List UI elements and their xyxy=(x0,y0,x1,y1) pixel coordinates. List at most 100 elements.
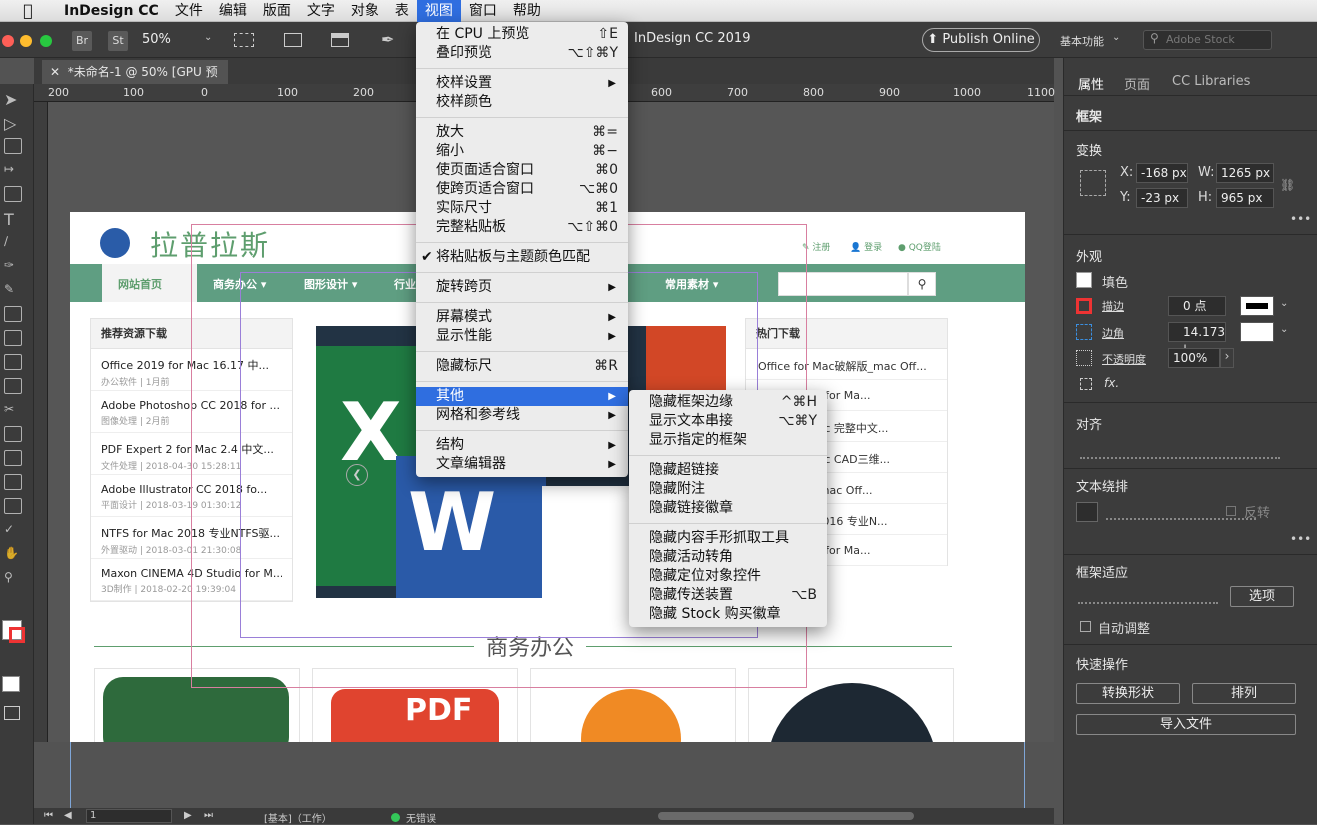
apple-icon[interactable]:  xyxy=(0,1,56,20)
corner-dropdown-icon[interactable]: ⌄ xyxy=(1280,324,1288,335)
width-field[interactable]: 1265 px xyxy=(1216,163,1274,183)
view-menu-item[interactable]: 使页面适合窗口 ⌘0 xyxy=(416,161,628,180)
view-menu-item[interactable]: 旋转跨页 ▶ xyxy=(416,278,628,297)
stock-search-input[interactable]: Adobe Stock xyxy=(1143,30,1272,50)
view-menu-item[interactable]: 放大 ⌘= xyxy=(416,123,628,142)
next-page-icon[interactable]: ▶ xyxy=(184,810,192,821)
login-link[interactable]: 👤 登录 xyxy=(850,240,882,253)
grid-tool-icon[interactable] xyxy=(4,378,22,394)
stroke-label[interactable]: 描边 xyxy=(1102,298,1124,314)
view-options-icon[interactable] xyxy=(234,33,254,47)
type-tool-icon[interactable]: T xyxy=(4,210,22,229)
workspace-dropdown-icon[interactable]: ⌄ xyxy=(1112,32,1120,43)
workspace-switcher[interactable]: 基本功能 xyxy=(1060,33,1104,49)
close-tab-icon[interactable]: ✕ xyxy=(50,65,68,79)
list-item[interactable]: NTFS for Mac 2018 专业NTFS驱... 外置驱动 | 2018-… xyxy=(91,517,292,559)
more-options-icon[interactable]: ••• xyxy=(1290,532,1311,546)
no-wrap-button[interactable] xyxy=(1076,502,1098,522)
view-menu-item[interactable]: 缩小 ⌘− xyxy=(416,142,628,161)
view-menu-item[interactable]: 结构 ▶ xyxy=(416,436,628,455)
zoom-level[interactable]: 50% xyxy=(142,32,171,47)
pen-tool-icon[interactable]: ✑ xyxy=(4,258,22,274)
prev-page-icon[interactable]: ◀ xyxy=(64,810,72,821)
view-menu-item[interactable]: 屏幕模式 ▶ xyxy=(416,308,628,327)
hot-item[interactable]: Office for Mac破解版_mac Off... xyxy=(746,349,947,380)
tab-properties[interactable]: 属性 xyxy=(1078,74,1104,93)
view-menu-item[interactable]: 网格和参考线 ▶ xyxy=(416,406,628,425)
list-item[interactable]: Adobe Photoshop CC 2018 for ... 图像处理 | 2月… xyxy=(91,391,292,433)
opacity-label[interactable]: 不透明度 xyxy=(1102,351,1146,367)
other-submenu-item[interactable]: 隐藏附注 xyxy=(629,480,827,499)
site-search-icon[interactable]: ⚲ xyxy=(908,272,936,296)
view-menu-item[interactable]: 完整粘贴板 ⌥⇧⌘0 xyxy=(416,218,628,237)
other-submenu-item[interactable]: 显示文本串接 ⌥⌘Y xyxy=(629,412,827,431)
menu-window[interactable]: 窗口 xyxy=(461,0,505,22)
other-submenu-item[interactable]: 隐藏传送装置 ⌥B xyxy=(629,586,827,605)
other-submenu-item[interactable]: 隐藏框架边缘 ^⌘H xyxy=(629,393,827,412)
options-button[interactable]: 选项 xyxy=(1230,586,1294,607)
convert-shape-button[interactable]: 转换形状 xyxy=(1076,683,1180,704)
view-menu-item[interactable]: 文章编辑器 ▶ xyxy=(416,455,628,474)
fill-none-icon[interactable] xyxy=(1076,272,1092,288)
list-item[interactable]: Office 2019 for Mac 16.17 中... 办公软件 | 1月前 xyxy=(91,349,292,391)
view-menu-item[interactable]: 叠印预览 ⌥⇧⌘Y xyxy=(416,44,628,63)
auto-fit-checkbox[interactable] xyxy=(1080,621,1091,632)
rectangle-tool-icon[interactable] xyxy=(4,330,22,346)
view-menu-item[interactable]: 隐藏标尺 ⌘R xyxy=(416,357,628,376)
more-options-icon[interactable]: ••• xyxy=(1290,212,1311,226)
app-card[interactable]: PDF xyxy=(312,668,518,742)
stroke-swatch-icon[interactable] xyxy=(9,627,25,643)
constrain-link-icon[interactable]: ⛓ xyxy=(1280,178,1295,192)
free-transform-tool-icon[interactable] xyxy=(4,426,22,442)
feather-icon[interactable]: ✒ xyxy=(381,30,394,49)
page-tool-icon[interactable] xyxy=(4,138,22,154)
height-field[interactable]: 965 px xyxy=(1216,188,1274,208)
table-tool-icon[interactable] xyxy=(4,354,22,370)
content-collector-icon[interactable] xyxy=(4,186,22,202)
other-submenu-item[interactable]: 隐藏内容手形抓取工具 xyxy=(629,529,827,548)
zoom-dropdown-icon[interactable]: ⌄ xyxy=(204,32,212,43)
corner-shape-swatch[interactable] xyxy=(1240,322,1274,342)
site-search-input[interactable] xyxy=(778,272,908,296)
apply-none-icon[interactable] xyxy=(2,676,20,692)
zoom-tool-icon[interactable]: ⚲ xyxy=(4,570,22,586)
menu-file[interactable]: 文件 xyxy=(167,0,211,22)
stroke-dropdown-icon[interactable]: ⌄ xyxy=(1280,298,1288,309)
invert-checkbox[interactable] xyxy=(1226,506,1236,516)
app-card[interactable] xyxy=(94,668,300,742)
align-buttons[interactable] xyxy=(1080,441,1280,459)
menu-app-name[interactable]: InDesign CC xyxy=(56,0,167,22)
view-menu-item[interactable]: 使跨页适合窗口 ⌥⌘0 xyxy=(416,180,628,199)
view-menu-item[interactable]: 显示性能 ▶ xyxy=(416,327,628,346)
rectangle-frame-tool-icon[interactable] xyxy=(4,306,22,322)
preflight-status[interactable]: 无错误 xyxy=(406,810,436,825)
selection-tool-icon[interactable]: ➤ xyxy=(4,90,22,109)
effects-frame-icon[interactable] xyxy=(1080,378,1092,390)
x-field[interactable]: -168 px xyxy=(1136,163,1188,183)
publish-online-button[interactable]: ⬆ Publish Online xyxy=(922,28,1040,52)
menu-layout[interactable]: 版面 xyxy=(255,0,299,22)
bridge-button[interactable]: Br xyxy=(72,31,92,51)
y-field[interactable]: -23 px xyxy=(1136,188,1188,208)
view-menu-item[interactable]: 校样设置 ▶ xyxy=(416,74,628,93)
zoom-window-button[interactable] xyxy=(40,35,52,47)
view-menu-item[interactable]: ✔ 将粘贴板与主题颜色匹配 xyxy=(416,248,628,267)
arrange-documents-icon[interactable] xyxy=(331,33,349,47)
last-page-icon[interactable]: ⏭ xyxy=(204,810,213,821)
menu-help[interactable]: 帮助 xyxy=(505,0,549,22)
pencil-tool-icon[interactable]: ✎ xyxy=(4,282,22,298)
view-menu-item[interactable]: 实际尺寸 ⌘1 xyxy=(416,199,628,218)
other-submenu-item[interactable]: 显示指定的框架 xyxy=(629,431,827,450)
gradient-tool-icon[interactable] xyxy=(4,450,22,466)
register-link[interactable]: ✎ 注册 xyxy=(802,240,830,253)
nav-industry[interactable]: 行业 xyxy=(394,276,416,292)
nav-home[interactable]: 网站首页 xyxy=(118,276,162,292)
list-item[interactable]: Adobe Illustrator CC 2018 fo... 平面设计 | 20… xyxy=(91,475,292,517)
stroke-type-swatch[interactable] xyxy=(1240,296,1274,316)
tab-cc-libraries[interactable]: CC Libraries xyxy=(1172,74,1250,89)
view-menu-item[interactable]: 校样颜色 xyxy=(416,93,628,112)
nav-business[interactable]: 商务办公 ▾ xyxy=(213,276,266,292)
line-tool-icon[interactable]: ∕ xyxy=(4,234,22,250)
menu-object[interactable]: 对象 xyxy=(343,0,387,22)
menu-table[interactable]: 表 xyxy=(387,0,417,22)
